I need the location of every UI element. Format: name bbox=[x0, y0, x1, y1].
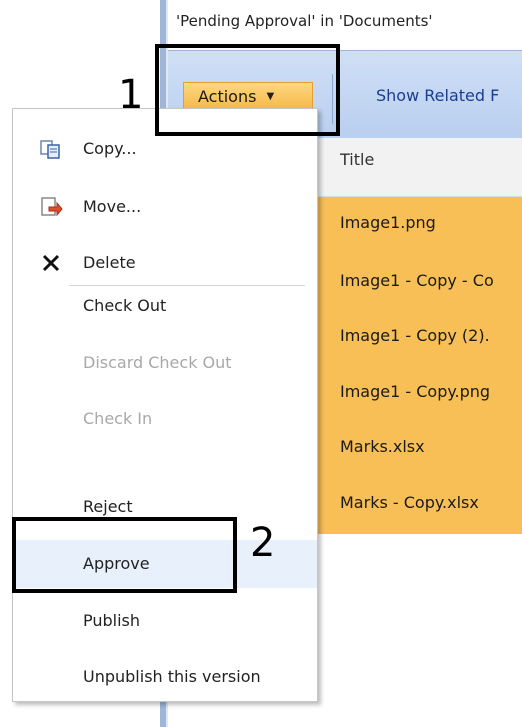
annotation-number-1: 1 bbox=[118, 72, 144, 118]
menu-item-label: Discard Check Out bbox=[83, 353, 232, 372]
list-item[interactable]: Marks - Copy.xlsx bbox=[340, 493, 479, 512]
column-title-label: Title bbox=[340, 150, 375, 169]
list-item[interactable]: Image1 - Copy - Co bbox=[340, 271, 494, 290]
annotation-number-2: 2 bbox=[250, 520, 276, 566]
menu-item-label: Unpublish this version bbox=[83, 667, 261, 686]
menu-item-check-in: Check In bbox=[13, 401, 317, 437]
annotation-box-1 bbox=[155, 44, 340, 136]
delete-icon bbox=[39, 251, 63, 275]
menu-item-label: Check In bbox=[83, 409, 153, 428]
breadcrumb[interactable]: 'Pending Approval' in 'Documents' bbox=[176, 12, 433, 30]
menu-item-unpublish[interactable]: Unpublish this version bbox=[13, 659, 317, 695]
actions-dropdown-menu: Copy... Move... Delete Check Out Discard… bbox=[12, 108, 318, 702]
menu-item-label: Publish bbox=[83, 611, 141, 630]
menu-item-copy[interactable]: Copy... bbox=[13, 131, 317, 167]
menu-item-check-out[interactable]: Check Out bbox=[13, 288, 317, 324]
menu-item-label: Reject bbox=[83, 497, 133, 516]
list-item[interactable]: Image1 - Copy.png bbox=[340, 382, 490, 401]
menu-item-delete[interactable]: Delete bbox=[13, 245, 317, 281]
menu-separator bbox=[69, 285, 305, 286]
show-related-button[interactable]: Show Related F bbox=[376, 86, 499, 105]
list-item[interactable]: Image1 - Copy (2). bbox=[340, 326, 490, 345]
list-item[interactable]: Marks.xlsx bbox=[340, 437, 425, 456]
menu-item-label: Move... bbox=[83, 197, 142, 216]
list-item[interactable]: Image1.png bbox=[340, 213, 436, 232]
title-column-header[interactable]: Title bbox=[318, 138, 522, 197]
copy-icon bbox=[39, 137, 63, 161]
menu-item-label: Copy... bbox=[83, 139, 137, 158]
menu-item-label: Delete bbox=[83, 253, 136, 272]
menu-item-label: Check Out bbox=[83, 296, 167, 315]
menu-item-publish[interactable]: Publish bbox=[13, 603, 317, 639]
document-list: Image1.png Image1 - Copy - Co Image1 - C… bbox=[318, 197, 522, 534]
menu-item-discard-check-out: Discard Check Out bbox=[13, 345, 317, 381]
annotation-box-2 bbox=[12, 517, 237, 593]
move-icon bbox=[39, 195, 63, 219]
menu-item-move[interactable]: Move... bbox=[13, 189, 317, 225]
